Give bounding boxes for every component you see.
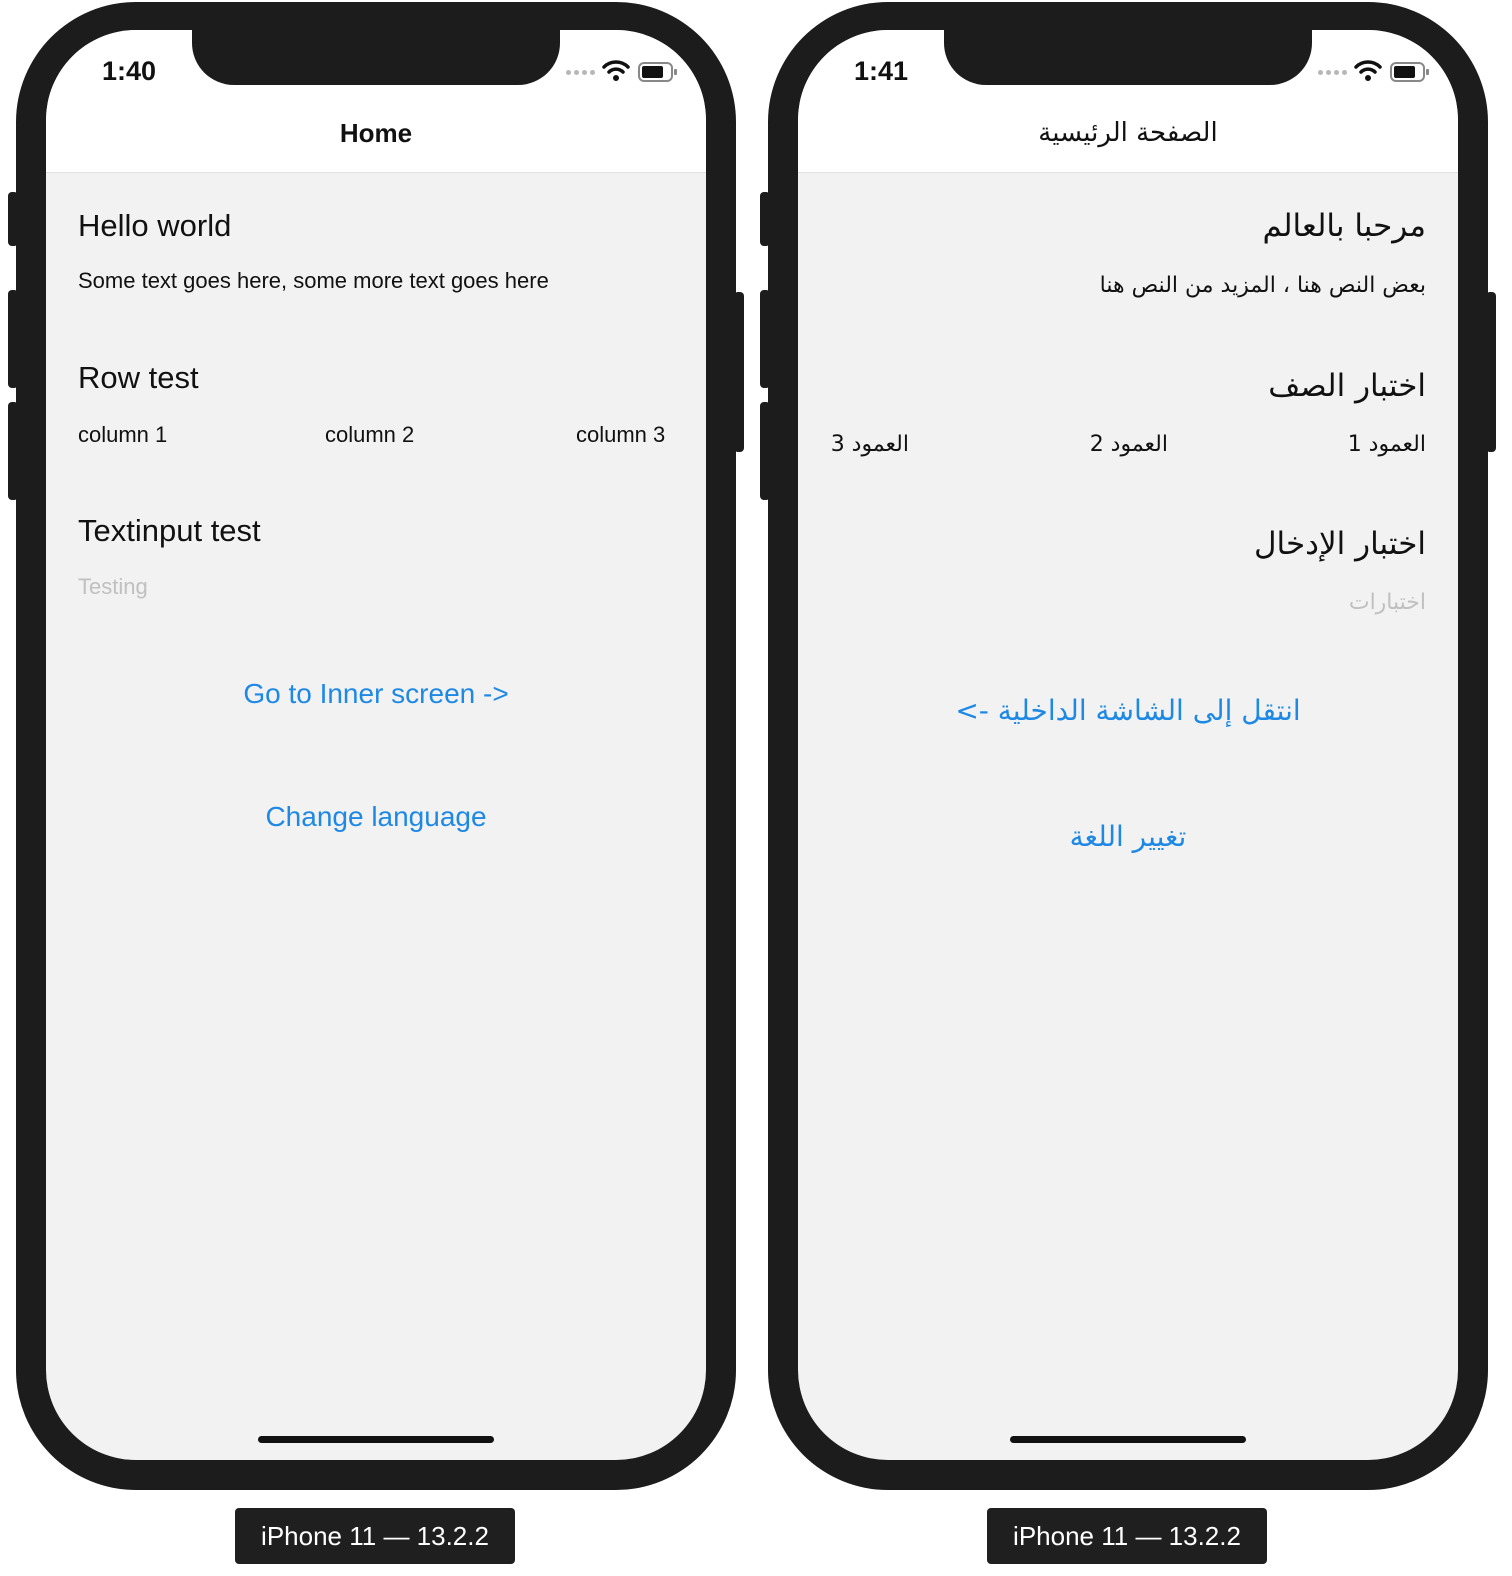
content: مرحبا بالعالم بعض النص هنا ، المزيد من ا… [798,172,1458,1460]
hello-heading: Hello world [78,208,232,243]
row-heading: اختبار الصف [1268,368,1426,404]
notch [192,30,560,85]
go-to-inner-screen-button[interactable]: انتقل إلى الشاشة الداخلية -> [798,694,1458,727]
battery-icon [1390,62,1429,82]
textinput-heading: اختبار الإدخال [1254,526,1426,562]
power-button [734,292,744,452]
column-3: العمود 3 [830,432,909,457]
cellular-signal-icon [566,70,595,75]
status-icons [566,60,680,82]
screen: 1:40 Home Hello world Some text goes her… [46,30,706,1460]
home-indicator[interactable] [258,1436,494,1443]
battery-icon [638,62,677,82]
power-button [1486,292,1496,452]
page-title: Home [339,118,413,148]
notch [944,30,1312,85]
wifi-icon [1354,60,1382,81]
go-to-inner-screen-button[interactable]: Go to Inner screen -> [46,678,706,710]
mute-switch [8,192,18,246]
column-1: العمود 1 [1347,432,1426,457]
hello-heading: مرحبا بالعالم [1262,208,1426,244]
device-caption: iPhone 11 — 13.2.2 [987,1508,1267,1564]
content: Hello world Some text goes here, some mo… [46,172,706,1460]
volume-down-button [8,402,18,500]
status-icons [1318,60,1432,82]
device-right: 1:41 الصفحة الرئيسية مرحبا بالعالم بعض ا… [760,2,1496,1490]
column-3: column 3 [576,422,666,447]
cellular-signal-icon [1318,70,1347,75]
wifi-icon [602,60,630,81]
status-time: 1:41 [854,56,909,86]
column-1: column 1 [78,422,168,447]
body-text: بعض النص هنا ، المزيد من النص هنا [1099,273,1426,298]
status-time: 1:40 [102,56,157,86]
page-title: الصفحة الرئيسية [1038,118,1218,148]
volume-up-button [760,290,770,388]
text-input[interactable]: Testing [78,574,148,600]
change-language-button[interactable]: تغيير اللغة [798,820,1458,853]
textinput-heading: Textinput test [78,513,261,548]
change-language-button[interactable]: Change language [46,801,706,833]
device-left: 1:40 Home Hello world Some text goes her… [8,2,744,1490]
column-2: العمود 2 [1089,432,1168,457]
text-input[interactable]: اختبارات [1349,590,1426,615]
volume-down-button [760,402,770,500]
volume-up-button [8,290,18,388]
home-indicator[interactable] [1010,1436,1246,1443]
mute-switch [760,192,770,246]
body-text: Some text goes here, some more text goes… [78,268,549,293]
device-caption: iPhone 11 — 13.2.2 [235,1508,515,1564]
screen: 1:41 الصفحة الرئيسية مرحبا بالعالم بعض ا… [798,30,1458,1460]
row-heading: Row test [78,360,199,395]
column-2: column 2 [325,422,415,447]
